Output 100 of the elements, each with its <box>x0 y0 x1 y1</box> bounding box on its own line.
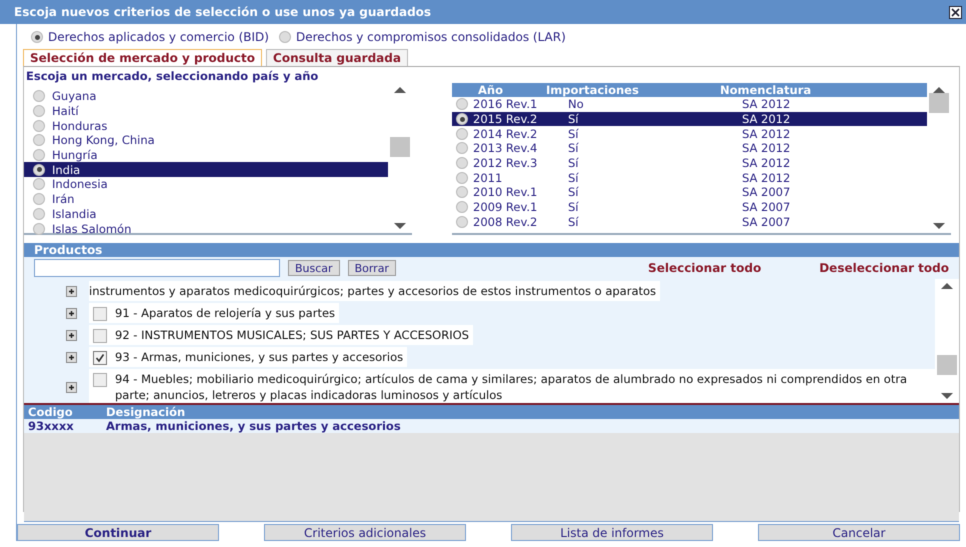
scroll-down-icon[interactable] <box>933 223 945 229</box>
radio-button[interactable] <box>456 113 468 126</box>
year-row[interactable]: 2010 Rev.1 Sí SA 2007 <box>452 185 927 200</box>
deselect-all-link[interactable]: Deseleccionar todo <box>819 261 949 275</box>
year-row[interactable]: 2013 Rev.4 Sí SA 2012 <box>452 141 927 156</box>
radio-button[interactable] <box>33 178 45 190</box>
search-button[interactable]: Buscar <box>288 260 340 276</box>
year-row[interactable]: 2015 Rev.2 Sí SA 2012 <box>452 112 927 126</box>
radio-button[interactable] <box>33 149 45 162</box>
scrollbar[interactable] <box>935 279 959 403</box>
table-cell: SA 2007 <box>742 214 790 229</box>
table-cell: Armas, municiones, y sus partes y accesorios <box>102 419 959 433</box>
radio-label[interactable]: Derechos y compromisos consolidados (LAR) <box>296 30 566 44</box>
checkmark-icon <box>95 353 105 363</box>
clear-button[interactable]: Borrar <box>348 260 396 276</box>
checkbox[interactable] <box>93 373 107 387</box>
table-cell: SA 2007 <box>742 185 790 200</box>
scroll-up-icon[interactable] <box>394 87 406 93</box>
expand-icon[interactable] <box>66 286 77 296</box>
dialog-button[interactable]: Continuar <box>17 524 219 541</box>
table-cell-text: Sí <box>568 126 580 141</box>
year-row[interactable]: 2008 Rev.2 Sí SA 2007 <box>452 214 927 230</box>
table-cell-text: Sí <box>568 156 580 170</box>
column-header: Codigo <box>24 405 102 419</box>
radio-button[interactable] <box>33 193 45 206</box>
country-item[interactable]: Islas Salomón <box>24 221 388 236</box>
table-cell: SA 2012 <box>742 141 790 156</box>
radio-button[interactable] <box>456 201 468 214</box>
table-cell: 2009 Rev.1 <box>473 200 538 214</box>
checkbox[interactable] <box>93 307 107 321</box>
expand-icon[interactable] <box>66 352 77 362</box>
column-header: Año <box>477 83 504 97</box>
radio-label[interactable]: Derechos aplicados y comercio (BID) <box>48 30 269 44</box>
radio-button[interactable] <box>33 120 45 132</box>
radio-button[interactable] <box>456 157 468 170</box>
year-row[interactable]: 2016 Rev.1 No SA 2012 <box>452 97 927 112</box>
scrollbar-thumb[interactable] <box>390 137 410 157</box>
table-cell: SA 2012 <box>742 112 790 126</box>
radio-button[interactable] <box>456 186 468 198</box>
table-cell-text: Sí <box>568 141 580 156</box>
expand-icon[interactable] <box>66 330 77 340</box>
country-item[interactable]: Hungría <box>24 148 388 162</box>
table-cell: 2014 Rev.2 <box>473 126 538 141</box>
year-row[interactable]: 2011 Sí SA 2012 <box>452 170 927 186</box>
radio-button[interactable] <box>33 164 45 176</box>
year-row[interactable]: 2012 Rev.3 Sí SA 2012 <box>452 156 927 170</box>
radio-button[interactable] <box>456 98 468 110</box>
expand-icon[interactable] <box>66 382 77 392</box>
tab[interactable]: Selección de mercado y producto <box>23 49 262 66</box>
radio-button[interactable] <box>33 90 45 102</box>
country-item[interactable]: Haití <box>24 104 388 118</box>
scroll-down-icon[interactable] <box>394 223 406 229</box>
section-prompt: Escoja un mercado, seleccionando país y año <box>25 68 320 83</box>
country-item[interactable]: Honduras <box>24 118 388 134</box>
radio-button[interactable] <box>456 128 468 140</box>
radio-button[interactable] <box>456 172 468 184</box>
radio-button[interactable] <box>33 105 45 118</box>
table-cell: 2015 Rev.2 <box>473 112 538 126</box>
table-cell-text: No <box>568 97 585 112</box>
table-cell-text: Sí <box>568 170 580 185</box>
dialog-button[interactable]: Cancelar <box>758 524 960 541</box>
country-item[interactable]: Guyana <box>24 89 388 104</box>
radio-button[interactable] <box>456 142 468 154</box>
scrollbar-thumb[interactable] <box>937 355 957 375</box>
scroll-up-icon[interactable] <box>941 283 953 289</box>
table-cell-text: Sí <box>568 185 580 200</box>
radio-button[interactable] <box>456 216 468 228</box>
country-item[interactable]: Hong Kong, China <box>24 133 388 148</box>
checkbox[interactable] <box>93 329 107 343</box>
expand-icon[interactable] <box>66 308 77 318</box>
dialog-button[interactable]: Lista de informes <box>511 524 713 541</box>
radio-button[interactable] <box>33 222 45 235</box>
year-row[interactable]: 2014 Rev.2 Sí SA 2012 <box>452 126 927 142</box>
country-item[interactable]: Islandia <box>24 206 388 222</box>
dialog-title: Escoja nuevos criterios de selección o use unos ya guardados <box>14 5 432 19</box>
table-cell: SA 2012 <box>742 156 790 170</box>
table-cell: 2010 Rev.1 <box>473 185 538 200</box>
scrollbar-thumb[interactable] <box>929 93 949 113</box>
country-item[interactable]: Irán <box>24 192 388 206</box>
checkbox[interactable] <box>93 351 107 365</box>
select-all-link[interactable]: Seleccionar todo <box>648 261 762 275</box>
table-cell-text: Sí <box>568 112 580 126</box>
close-icon[interactable] <box>949 6 962 18</box>
table-cell-text: Sí <box>568 214 580 229</box>
search-field[interactable] <box>34 259 280 277</box>
country-item[interactable]: Indonesia <box>24 177 388 192</box>
scroll-down-icon[interactable] <box>941 393 953 399</box>
radio-button[interactable] <box>33 134 45 146</box>
radio-button[interactable] <box>31 31 43 43</box>
radio-button[interactable] <box>33 208 45 220</box>
tab[interactable]: Consulta guardada <box>266 49 408 66</box>
dialog-button[interactable]: Criterios adicionales <box>264 524 466 541</box>
table-cell: 2008 Rev.2 <box>473 214 538 229</box>
table-cell: SA 2012 <box>742 97 790 112</box>
radio-button[interactable] <box>278 31 291 43</box>
country-item[interactable]: India <box>24 162 388 178</box>
section-header: Productos <box>24 243 959 257</box>
year-row[interactable]: 2009 Rev.1 Sí SA 2007 <box>452 200 927 214</box>
table-cell: SA 2007 <box>742 200 790 214</box>
column-header: Nomenclatura <box>720 83 812 97</box>
